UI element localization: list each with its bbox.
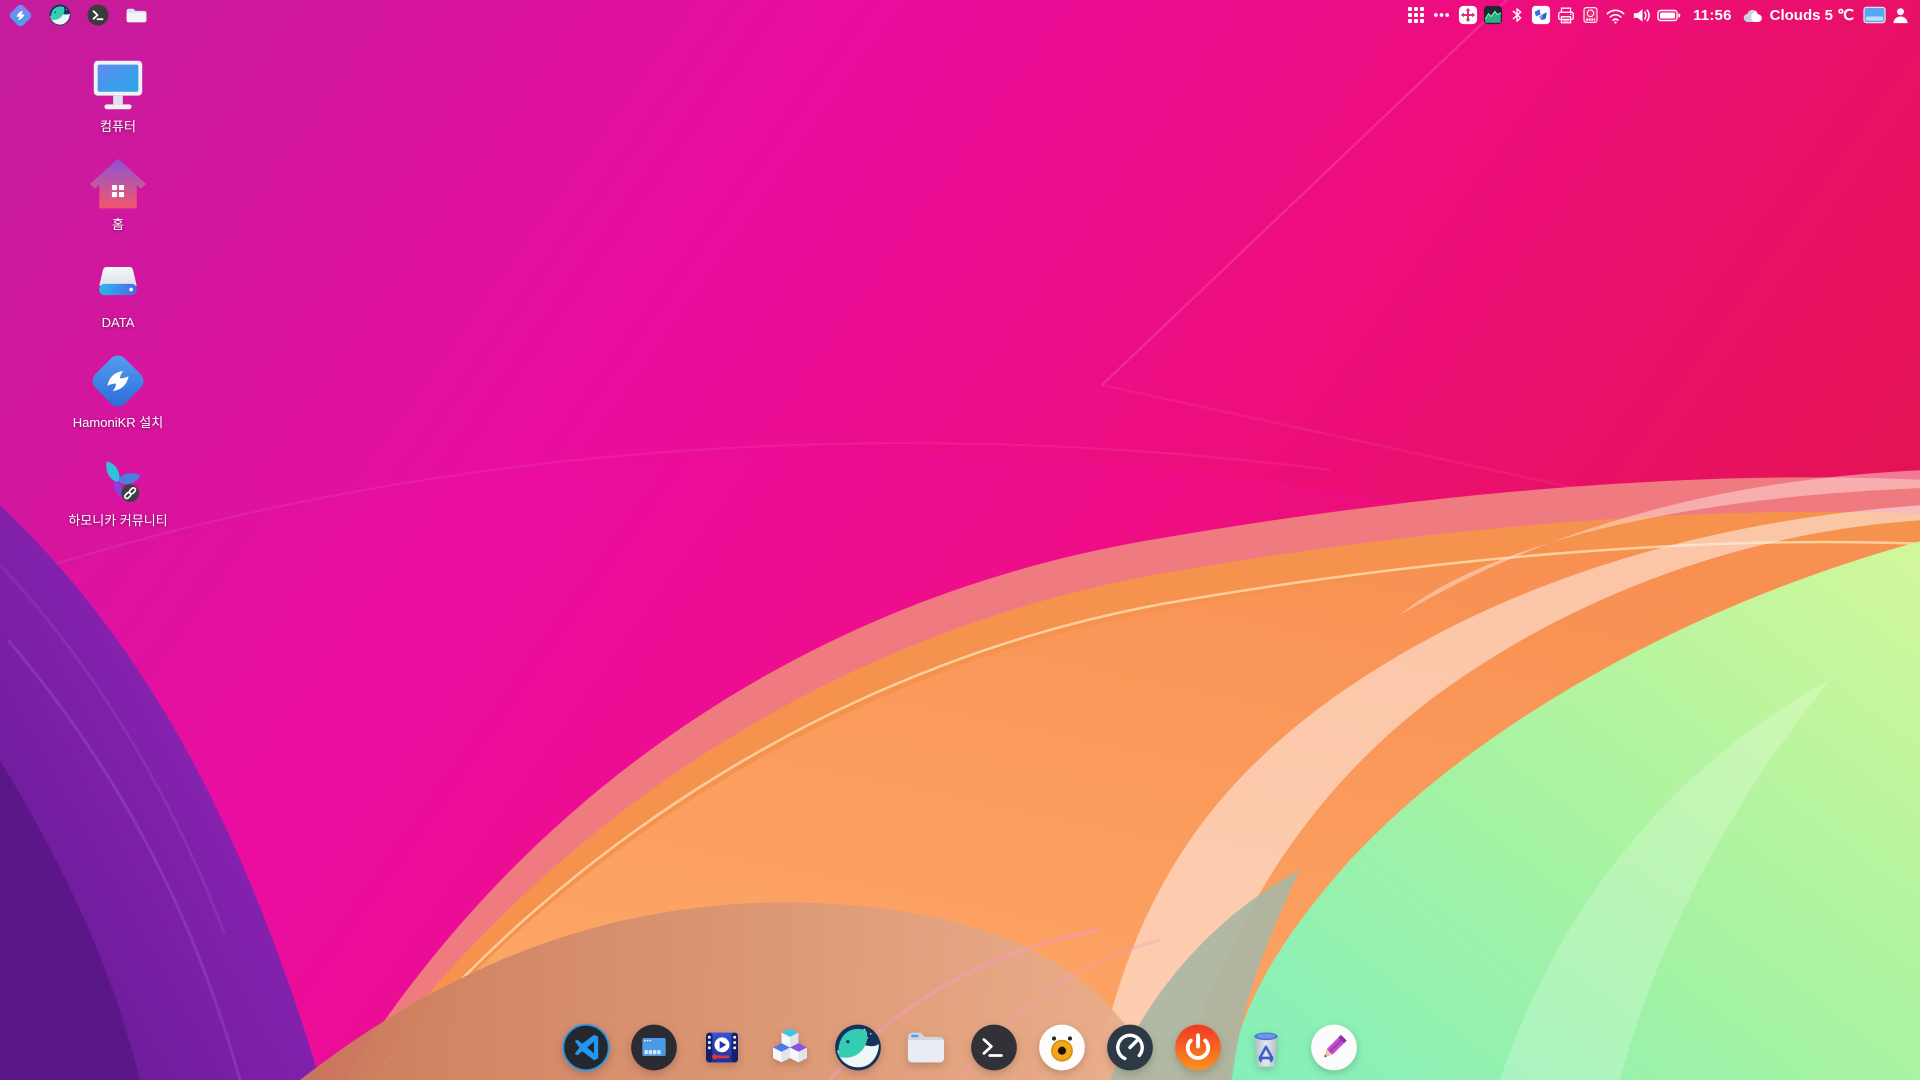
- whale-browser-launcher[interactable]: [48, 3, 72, 27]
- wallpaper: [0, 0, 1920, 1080]
- power-icon: [1173, 1022, 1224, 1073]
- clock[interactable]: 11:56: [1693, 7, 1732, 24]
- desktop-icon-hamonika-community[interactable]: 하모니카 커뮤니티: [54, 450, 182, 528]
- v3-security-button[interactable]: [1531, 2, 1551, 28]
- user-menu-button[interactable]: [1891, 2, 1910, 28]
- whale-browser-icon: [48, 3, 72, 27]
- system-tray: 11:56 Clouds 5 ℃: [1407, 2, 1910, 28]
- keyboard-layout-button[interactable]: [1863, 2, 1886, 28]
- text-editor-icon: [1309, 1022, 1360, 1073]
- desktop-icon-label: 컴퓨터: [100, 119, 136, 134]
- system-monitor-icon: [1483, 5, 1503, 25]
- wifi-button[interactable]: [1605, 2, 1626, 28]
- display-settings-icon: [629, 1022, 680, 1073]
- desktop-icon-home[interactable]: 홈: [54, 154, 182, 232]
- keyboard-layout-icon: [1863, 6, 1886, 24]
- trash-icon: [1241, 1022, 1292, 1073]
- overflow-menu-button[interactable]: [1433, 2, 1450, 28]
- dock-software-center-launcher[interactable]: [765, 1022, 816, 1073]
- bluetooth-button[interactable]: [1508, 2, 1526, 28]
- file-manager-icon: [901, 1022, 952, 1073]
- computer-icon: [87, 54, 149, 116]
- user-icon: [1891, 6, 1910, 25]
- hamonikr-installer-icon: [87, 350, 149, 412]
- desktop-icon-label: 홈: [112, 217, 124, 232]
- overflow-menu-icon: [1433, 12, 1450, 18]
- desktop-icon-label: 하모니카 커뮤니티: [68, 513, 167, 528]
- app-grid-button[interactable]: [1407, 2, 1425, 28]
- hamonikr-menu-icon: [7, 2, 34, 29]
- panel-launchers: [7, 2, 149, 29]
- battery-icon: [1657, 8, 1681, 23]
- dock-power-button[interactable]: [1173, 1022, 1224, 1073]
- card-reader-button[interactable]: [1581, 2, 1600, 28]
- vscode-icon: [561, 1022, 612, 1073]
- volume-button[interactable]: [1631, 2, 1652, 28]
- hamonikr-menu-button[interactable]: [7, 2, 34, 29]
- video-player-icon: [697, 1022, 748, 1073]
- v3-security-icon: [1531, 5, 1551, 25]
- hard-drive-icon: [88, 252, 148, 312]
- dock-system-optimizer-launcher[interactable]: [1105, 1022, 1156, 1073]
- hamonika-community-icon: [88, 450, 148, 510]
- terminal-icon: [969, 1022, 1020, 1073]
- system-optimizer-icon: [1105, 1022, 1156, 1073]
- dock-video-player-launcher[interactable]: [697, 1022, 748, 1073]
- whale-browser-icon: [833, 1022, 884, 1073]
- app-grid-icon: [1407, 6, 1425, 24]
- printer-icon: [1556, 5, 1576, 25]
- weather-applet[interactable]: Clouds 5 ℃: [1742, 6, 1854, 24]
- move-window-icon: [1458, 5, 1478, 25]
- system-monitor-tray-button[interactable]: [1483, 2, 1503, 28]
- file-manager-icon: [124, 3, 149, 28]
- wifi-icon: [1605, 5, 1626, 26]
- software-center-icon: [765, 1022, 816, 1073]
- files-launcher[interactable]: [124, 3, 149, 28]
- desktop-icon-column: 컴퓨터 홈: [54, 54, 182, 528]
- dock: [561, 1022, 1360, 1073]
- cloud-icon: [1742, 7, 1766, 24]
- desktop: 11:56 Clouds 5 ℃: [0, 0, 1920, 1080]
- move-window-button[interactable]: [1458, 2, 1478, 28]
- desktop-icon-hamonikr-install[interactable]: HamoniKR 설치: [54, 350, 182, 430]
- dock-whale-browser-launcher[interactable]: [833, 1022, 884, 1073]
- dock-owl-face-app-launcher[interactable]: [1037, 1022, 1088, 1073]
- desktop-icon-label: HamoniKR 설치: [73, 415, 163, 430]
- battery-button[interactable]: [1657, 2, 1681, 28]
- home-icon: [88, 154, 148, 214]
- desktop-icon-label: DATA: [102, 315, 135, 330]
- volume-icon: [1631, 5, 1652, 26]
- weather-text: Clouds 5 ℃: [1770, 6, 1854, 24]
- dock-text-editor-launcher[interactable]: [1309, 1022, 1360, 1073]
- terminal-icon: [86, 3, 110, 27]
- owl-face-app-icon: [1037, 1022, 1088, 1073]
- terminal-launcher[interactable]: [86, 3, 110, 27]
- bluetooth-icon: [1508, 5, 1526, 25]
- desktop-icon-computer[interactable]: 컴퓨터: [54, 54, 182, 134]
- card-reader-icon: [1581, 5, 1600, 25]
- dock-terminal-launcher[interactable]: [969, 1022, 1020, 1073]
- desktop-icon-data[interactable]: DATA: [54, 252, 182, 330]
- top-panel: 11:56 Clouds 5 ℃: [0, 0, 1920, 30]
- printer-button[interactable]: [1556, 2, 1576, 28]
- dock-trash-launcher[interactable]: [1241, 1022, 1292, 1073]
- dock-display-settings-launcher[interactable]: [629, 1022, 680, 1073]
- dock-file-manager-launcher[interactable]: [901, 1022, 952, 1073]
- dock-vscode-launcher[interactable]: [561, 1022, 612, 1073]
